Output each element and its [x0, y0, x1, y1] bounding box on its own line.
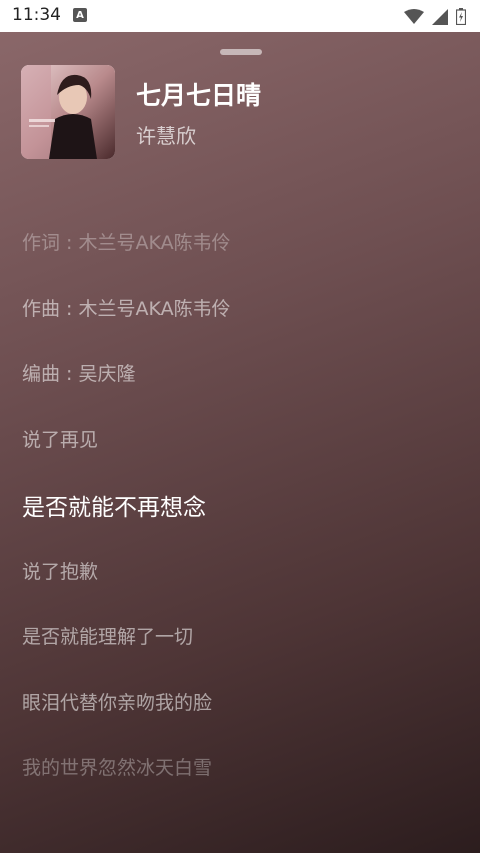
- notification-a-icon: A: [73, 8, 87, 22]
- lyric-line[interactable]: 说了再见: [22, 425, 98, 452]
- lyric-line[interactable]: 说了抱歉: [22, 557, 98, 584]
- status-bar: 11:34 A: [0, 0, 480, 32]
- album-cover[interactable]: [21, 65, 115, 159]
- battery-icon: [456, 8, 466, 25]
- wifi-icon: [404, 8, 424, 24]
- lyric-line[interactable]: 是否就能理解了一切: [22, 622, 193, 649]
- lyric-line[interactable]: 我的世界忽然冰天白雪: [22, 753, 212, 780]
- status-icons: [404, 8, 466, 25]
- lyric-line[interactable]: 眼泪代替你亲吻我的脸: [22, 688, 212, 715]
- album-cover-art: [21, 65, 115, 159]
- lyric-line[interactable]: 作词 : 木兰号AKA陈韦伶: [22, 228, 231, 255]
- drag-handle[interactable]: [220, 49, 262, 55]
- song-title: 七月七日晴: [136, 81, 262, 110]
- lyric-line[interactable]: 编曲 : 吴庆隆: [22, 359, 135, 386]
- lyric-line[interactable]: 作曲 : 木兰号AKA陈韦伶: [22, 294, 231, 321]
- artist-name[interactable]: 许慧欣: [136, 120, 196, 149]
- signal-icon: [432, 8, 448, 25]
- status-time: 11:34: [12, 5, 61, 25]
- lyrics-sheet: 七月七日晴 许慧欣 作词 : 木兰号AKA陈韦伶 作曲 : 木兰号AKA陈韦伶 …: [0, 32, 480, 853]
- lyric-line-active[interactable]: 是否就能不再想念: [22, 488, 206, 522]
